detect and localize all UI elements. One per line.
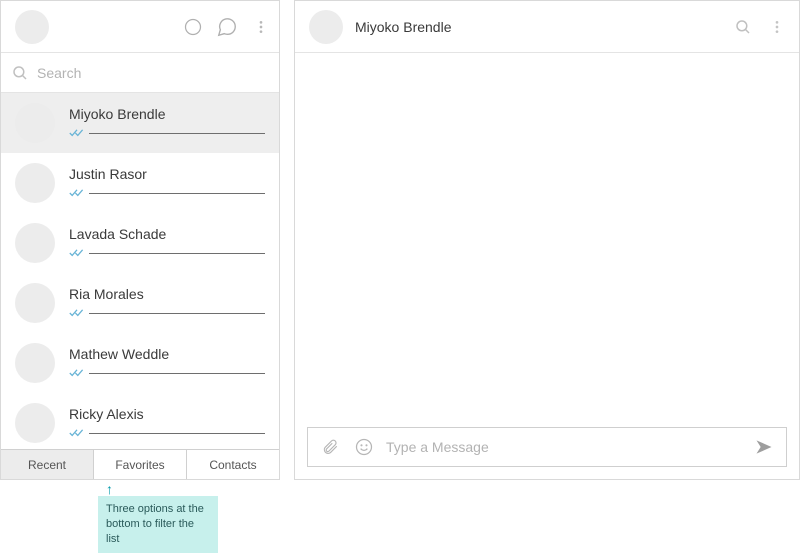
- chat-name: Miyoko Brendle: [69, 106, 265, 122]
- chat-item[interactable]: Ricky Alexis: [1, 393, 279, 449]
- chat-item[interactable]: Miyoko Brendle: [1, 93, 279, 153]
- chat-item[interactable]: Mathew Weddle: [1, 333, 279, 393]
- chat-list[interactable]: Miyoko Brendle Justin Rasor Lavada Schad…: [1, 93, 279, 449]
- tab-favorites[interactable]: Favorites: [93, 450, 186, 479]
- chat-name: Mathew Weddle: [69, 346, 265, 362]
- chat-avatar: [15, 403, 55, 443]
- chat-item[interactable]: Lavada Schade: [1, 213, 279, 273]
- read-receipt-icon: [69, 306, 85, 321]
- compose-bar: [307, 427, 787, 467]
- search-in-chat-icon[interactable]: [731, 15, 755, 39]
- emoji-icon[interactable]: [352, 435, 376, 459]
- annotation-callout: ↑ Three options at the bottom to filter …: [98, 482, 218, 553]
- message-area[interactable]: [295, 53, 799, 415]
- new-chat-icon[interactable]: [215, 15, 239, 39]
- conversation-avatar[interactable]: [309, 10, 343, 44]
- search-input[interactable]: [37, 65, 269, 81]
- tab-recent[interactable]: Recent: [1, 450, 93, 479]
- chat-item[interactable]: Ria Morales: [1, 273, 279, 333]
- chat-avatar: [15, 223, 55, 263]
- circle-icon[interactable]: [181, 15, 205, 39]
- send-icon[interactable]: [752, 435, 776, 459]
- conversation-header: Miyoko Brendle: [295, 1, 799, 53]
- attach-icon[interactable]: [318, 435, 342, 459]
- chat-avatar: [15, 283, 55, 323]
- chat-avatar: [15, 103, 55, 143]
- left-panel: Miyoko Brendle Justin Rasor Lavada Schad…: [0, 0, 280, 480]
- arrow-up-icon: ↑: [106, 482, 218, 496]
- chat-name: Ria Morales: [69, 286, 265, 302]
- compose-area: [295, 415, 799, 479]
- chat-name: Lavada Schade: [69, 226, 265, 242]
- search-icon: [11, 64, 29, 82]
- conversation-more-icon[interactable]: [765, 15, 789, 39]
- read-receipt-icon: [69, 186, 85, 201]
- messaging-app: Miyoko Brendle Justin Rasor Lavada Schad…: [0, 0, 800, 480]
- chat-avatar: [15, 343, 55, 383]
- search-row: [1, 53, 279, 93]
- message-preview-line: [89, 193, 265, 194]
- conversation-title: Miyoko Brendle: [355, 19, 731, 35]
- message-preview-line: [89, 433, 265, 434]
- more-menu-icon[interactable]: [249, 15, 273, 39]
- chat-avatar: [15, 163, 55, 203]
- message-preview-line: [89, 313, 265, 314]
- my-avatar[interactable]: [15, 10, 49, 44]
- chat-name: Justin Rasor: [69, 166, 265, 182]
- message-preview-line: [89, 373, 265, 374]
- read-receipt-icon: [69, 426, 85, 441]
- chat-name: Ricky Alexis: [69, 406, 265, 422]
- chat-item[interactable]: Justin Rasor: [1, 153, 279, 213]
- message-preview-line: [89, 253, 265, 254]
- left-header: [1, 1, 279, 53]
- annotation-text: Three options at the bottom to filter th…: [98, 496, 218, 553]
- conversation-panel: Miyoko Brendle: [294, 0, 800, 480]
- read-receipt-icon: [69, 366, 85, 381]
- read-receipt-icon: [69, 246, 85, 261]
- message-input[interactable]: [386, 439, 742, 455]
- tab-contacts[interactable]: Contacts: [186, 450, 279, 479]
- read-receipt-icon: [69, 126, 85, 141]
- message-preview-line: [89, 133, 265, 134]
- filter-tabs: Recent Favorites Contacts: [1, 449, 279, 479]
